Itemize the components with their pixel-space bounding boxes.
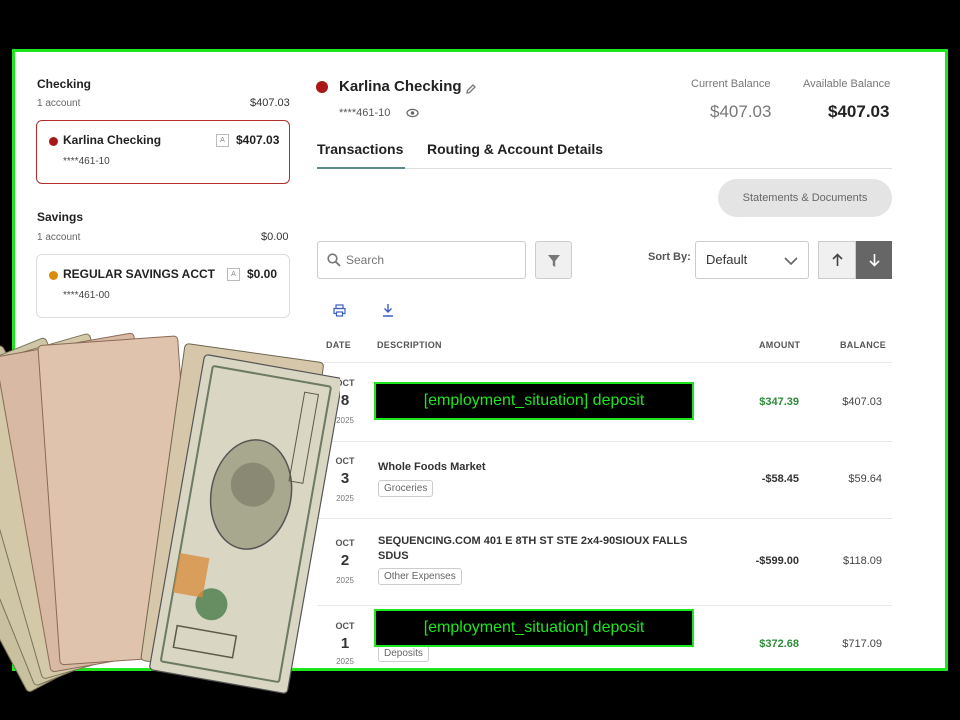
active-tab-indicator — [317, 167, 405, 169]
show-number-eye-icon[interactable] — [406, 108, 419, 118]
savings-group-total: $0.00 — [261, 231, 289, 243]
edit-pencil-icon[interactable] — [465, 83, 477, 95]
tab-transactions[interactable]: Transactions — [317, 141, 403, 157]
header-divider — [317, 362, 892, 363]
row-description: [employment_situation] deposit — [374, 609, 694, 647]
col-header-description: DESCRIPTION — [377, 340, 442, 350]
arrow-up-icon — [832, 253, 843, 266]
current-balance-value: $407.03 — [710, 102, 772, 121]
row-divider — [317, 441, 892, 442]
filter-funnel-icon — [548, 255, 560, 267]
savings-group-count: 1 account — [37, 232, 81, 243]
row-description: [employment_situation] deposit — [374, 382, 694, 420]
checking-dot-icon — [49, 137, 58, 146]
page-title: Karlina Checking — [339, 78, 462, 95]
filter-button[interactable] — [535, 241, 572, 279]
account-mask: ****461-10 — [63, 156, 110, 167]
row-divider — [317, 605, 892, 606]
row-category-tag[interactable]: Other Expenses — [378, 568, 462, 585]
sort-by-label: Sort By: — [648, 251, 691, 263]
account-name: REGULAR SAVINGS ACCT — [63, 267, 216, 281]
account-name: Karlina Checking — [63, 133, 162, 147]
row-category-tag[interactable]: Groceries — [378, 480, 434, 497]
account-type-badge: A — [216, 134, 229, 147]
account-balance: $0.00 — [247, 267, 278, 281]
checking-group-total: $407.03 — [250, 97, 290, 109]
tab-routing-account-details[interactable]: Routing & Account Details — [427, 141, 603, 157]
arrow-down-icon — [869, 254, 880, 267]
available-balance-value: $407.03 — [828, 102, 890, 121]
row-balance: $118.09 — [843, 555, 882, 567]
row-balance: $59.64 — [848, 473, 882, 485]
account-balance: $407.03 — [236, 133, 280, 147]
current-balance-label: Current Balance — [691, 78, 771, 90]
account-card-checking[interactable]: Karlina Checking A $407.03 ****461-10 — [36, 120, 290, 184]
row-divider — [317, 518, 892, 519]
account-type-badge: A — [227, 268, 240, 281]
sort-descending-button[interactable] — [856, 241, 892, 279]
row-amount: -$599.00 — [755, 555, 799, 567]
checking-group-count: 1 account — [37, 98, 81, 109]
row-balance: $717.09 — [842, 638, 882, 650]
statements-documents-button[interactable]: Statements & Documents — [718, 179, 892, 217]
row-amount: -$58.45 — [761, 473, 799, 485]
account-color-dot — [316, 81, 328, 93]
row-category-tag[interactable]: Deposits — [378, 645, 429, 662]
row-amount: $347.39 — [759, 396, 799, 408]
chevron-down-icon — [784, 257, 798, 266]
sort-ascending-button[interactable] — [818, 241, 856, 279]
available-balance-label: Available Balance — [803, 78, 891, 90]
row-amount: $372.68 — [759, 638, 799, 650]
account-mask: ****461-10 — [339, 107, 391, 119]
search-icon — [327, 253, 341, 267]
search-input[interactable]: Search — [317, 241, 526, 279]
sort-select-value: Default — [706, 252, 748, 267]
row-balance: $407.03 — [842, 396, 882, 408]
sort-select[interactable]: Default — [695, 241, 809, 279]
col-header-amount: AMOUNT — [759, 340, 801, 350]
cash-banknotes-image — [0, 332, 340, 694]
search-placeholder: Search — [346, 253, 385, 267]
row-description: Whole Foods Market — [378, 461, 486, 473]
savings-dot-icon — [49, 271, 58, 280]
savings-group-title: Savings — [37, 210, 84, 224]
row-description: SEQUENCING.COM 401 E 8TH ST STE 2x4-90SI… — [378, 535, 688, 562]
col-header-balance: BALANCE — [840, 340, 887, 350]
download-icon[interactable] — [382, 303, 394, 317]
checking-group-title: Checking — [37, 77, 92, 91]
